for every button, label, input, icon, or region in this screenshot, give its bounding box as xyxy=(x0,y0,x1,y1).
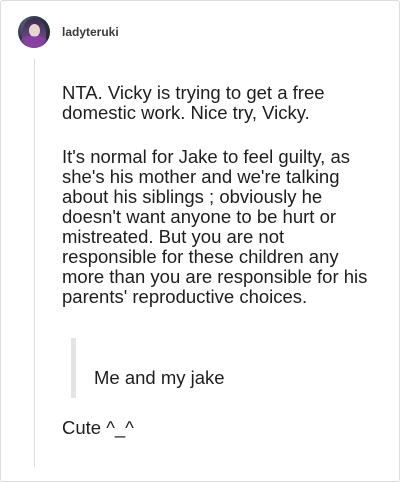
post-paragraph-1: NTA. Vicky is trying to get a free domes… xyxy=(62,82,325,123)
quote-text: Me and my jake xyxy=(94,367,225,388)
reply-text: Cute ^_^ xyxy=(62,417,134,438)
username-link[interactable]: ladyteruki xyxy=(62,25,119,39)
thread-line xyxy=(34,59,35,467)
post-card: ladyteruki NTA. Vicky is trying to get a… xyxy=(0,0,400,482)
avatar[interactable] xyxy=(18,16,50,48)
post-paragraph-2: It's normal for Jake to feel guilty, as … xyxy=(62,146,368,307)
blockquote: Me and my jake xyxy=(71,338,376,398)
avatar-accent xyxy=(21,36,47,48)
